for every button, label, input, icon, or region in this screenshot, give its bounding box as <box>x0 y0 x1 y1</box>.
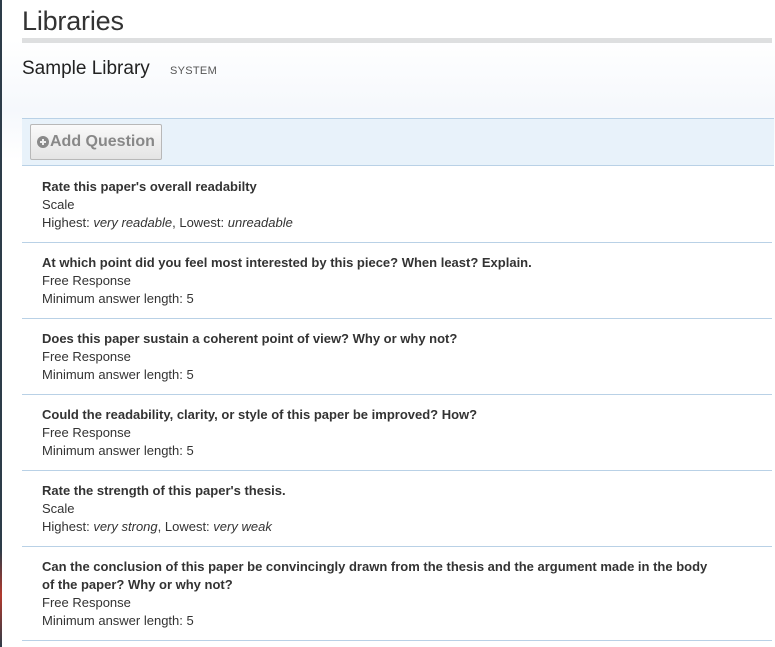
scale-highest-label: Highest: <box>42 215 90 230</box>
question-detail: Minimum answer length: 5 <box>42 443 194 458</box>
question-type: Scale <box>42 501 75 516</box>
question-item[interactable]: At which point did you feel most interes… <box>22 243 772 319</box>
question-text: Could the readability, clarity, or style… <box>42 407 478 422</box>
scale-highest-value: very readable <box>93 215 173 230</box>
question-detail: Minimum answer length: 5 <box>42 291 194 306</box>
question-scale-range: Highest: very strong, Lowest: very weak <box>42 518 752 536</box>
library-toolbar: Add Question <box>22 118 774 166</box>
question-type: Scale <box>42 197 75 212</box>
question-type: Free Response <box>42 425 131 440</box>
question-item[interactable]: Rate the strength of this paper's thesis… <box>22 471 772 547</box>
scale-lowest-label: , Lowest: <box>157 519 210 534</box>
plus-circle-icon <box>37 136 49 148</box>
add-question-label: Add Question <box>50 133 155 150</box>
question-type: Free Response <box>42 273 131 288</box>
question-detail: Minimum answer length: 5 <box>42 367 194 382</box>
question-detail: Minimum answer length: 5 <box>42 613 194 628</box>
question-type: Free Response <box>42 595 131 610</box>
scale-highest-label: Highest: <box>42 519 90 534</box>
question-type: Free Response <box>42 349 131 364</box>
scale-lowest-value: unreadable <box>227 215 293 230</box>
question-item[interactable]: Rate this paper's overall readabilty Sca… <box>22 167 772 243</box>
question-text: Rate the strength of this paper's thesis… <box>42 483 286 498</box>
scale-lowest-label: , Lowest: <box>172 215 225 230</box>
page-title: Libraries <box>22 6 124 36</box>
add-question-button[interactable]: Add Question <box>30 124 162 160</box>
question-item[interactable]: Can the conclusion of this paper be conv… <box>22 547 772 641</box>
question-text: Rate this paper's overall readabilty <box>42 179 257 194</box>
library-tag: SYSTEM <box>170 65 218 77</box>
question-item[interactable]: Could the readability, clarity, or style… <box>22 395 772 471</box>
question-text: Can the conclusion of this paper be conv… <box>42 559 708 592</box>
title-divider <box>22 38 772 43</box>
question-scale-range: Highest: very readable, Lowest: unreadab… <box>42 214 752 232</box>
question-text: Does this paper sustain a coherent point… <box>42 331 458 346</box>
question-text: At which point did you feel most interes… <box>42 255 532 270</box>
library-name: Sample Library <box>22 58 150 79</box>
scale-lowest-value: very weak <box>213 519 272 534</box>
scale-highest-value: very strong <box>93 519 158 534</box>
question-item[interactable]: Does this paper sustain a coherent point… <box>22 319 772 395</box>
question-list: Rate this paper's overall readabilty Sca… <box>22 167 772 641</box>
page: Libraries Sample Library SYSTEM Add Ques… <box>2 0 775 647</box>
